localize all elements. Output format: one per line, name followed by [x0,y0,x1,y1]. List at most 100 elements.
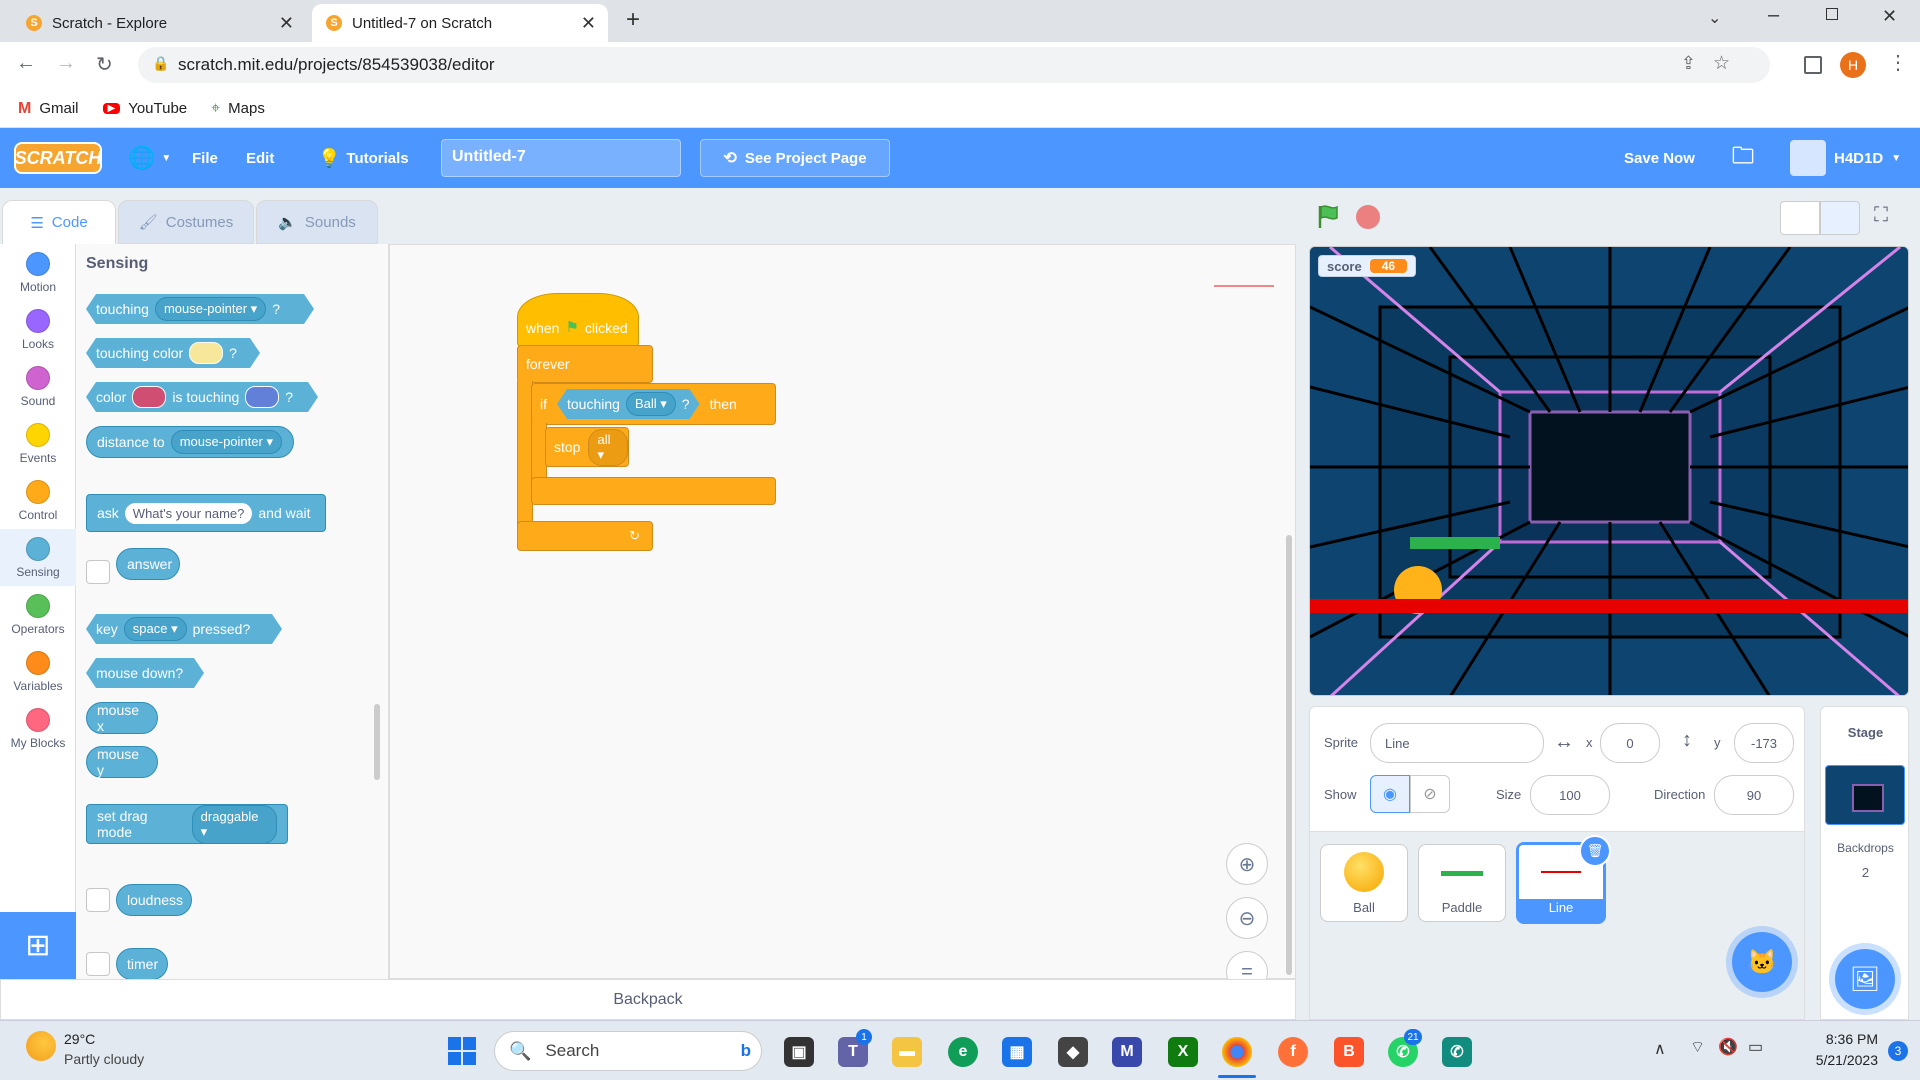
minimize-icon[interactable]: – [1768,4,1779,27]
scratch-logo[interactable]: SCRATCH [14,142,102,174]
app-icon[interactable]: M [1112,1037,1142,1067]
tab-sounds[interactable]: 🔈 Sounds [256,200,378,244]
score-monitor[interactable]: score 46 [1318,255,1417,277]
tab-code[interactable]: ☰ Code [2,200,116,244]
weather-desc[interactable]: Partly cloudy [64,1051,144,1067]
tray-chevron-up-icon[interactable]: ∧ [1654,1039,1666,1059]
browser-menu-icon[interactable]: ⋮ [1888,50,1908,75]
timer-checkbox[interactable] [86,952,110,976]
bookmark-maps[interactable]: ⌖ Maps [211,100,265,118]
direction-input[interactable]: 90 [1714,775,1794,815]
choose-sprite-cat-icon[interactable]: 🐱 [1732,932,1792,992]
category-events[interactable]: Events [0,415,76,472]
close-tab-icon[interactable]: ✕ [279,13,294,34]
zoom-out-icon[interactable]: ⊖ [1226,897,1268,939]
distance-to-block[interactable]: distance to mouse-pointer ▾ [86,426,294,458]
close-window-icon[interactable]: ✕ [1882,6,1897,27]
see-project-page-button[interactable]: ⟲ See Project Page [700,139,890,177]
stop-dropdown[interactable]: all ▾ [588,428,628,466]
timer-block[interactable]: timer [116,948,168,979]
large-stage-button[interactable] [1820,201,1860,235]
brave-icon[interactable]: B [1334,1037,1364,1067]
touching-block[interactable]: touching mouse-pointer ▾ ? [86,294,314,324]
hide-eye-slash-icon[interactable]: ⊘ [1410,775,1450,813]
size-input[interactable]: 100 [1530,775,1610,815]
sprite-tile-paddle[interactable]: Paddle [1418,844,1506,922]
category-sound[interactable]: Sound [0,358,76,415]
bookmark-star-icon[interactable]: ☆ [1713,52,1730,75]
category-sensing[interactable]: Sensing [0,529,76,586]
backpack[interactable]: Backpack [0,979,1296,1020]
choose-backdrop-icon[interactable]: 🖼 [1835,949,1895,1009]
forever-block[interactable]: forever [517,345,653,383]
category-operators[interactable]: Operators [0,586,76,643]
distance-dropdown[interactable]: mouse-pointer ▾ [170,430,282,454]
mouse-y-block[interactable]: mouse y [86,746,158,778]
bookmark-gmail[interactable]: M Gmail [18,100,79,118]
ask-and-wait-block[interactable]: ask What's your name? and wait [86,494,326,532]
touching-color-block[interactable]: touching color ? [86,338,260,368]
sprite-tile-ball[interactable]: Ball [1320,844,1408,922]
stage-canvas[interactable]: score 46 [1309,246,1909,696]
notification-badge[interactable]: 3 [1888,1041,1908,1061]
battery-icon[interactable]: ▭ [1748,1037,1763,1057]
loudness-checkbox[interactable] [86,888,110,912]
touching-dropdown[interactable]: mouse-pointer ▾ [155,297,266,321]
project-title-input[interactable]: Untitled-7 [441,139,681,177]
green-flag-icon[interactable] [1316,204,1340,230]
new-tab-icon[interactable]: + [626,6,640,34]
ask-input[interactable]: What's your name? [124,502,253,524]
tab-search-icon[interactable]: ⌄ [1708,8,1721,28]
whatsapp-desktop-icon[interactable]: ✆ [1442,1037,1472,1067]
script-scrollbar[interactable] [1286,535,1292,975]
address-bar[interactable]: 🔒 scratch.mit.edu/projects/854539038/edi… [138,47,1770,83]
taskbar-search[interactable]: 🔍 Search b [494,1031,762,1071]
small-stage-button[interactable] [1780,201,1820,235]
side-panel-icon[interactable] [1804,56,1822,74]
forward-icon[interactable]: → [56,52,76,75]
profile-avatar[interactable]: H [1840,52,1866,78]
category-motion[interactable]: Motion [0,244,76,301]
edge-icon[interactable]: e [948,1037,978,1067]
color-swatch[interactable] [245,386,279,408]
color-swatch[interactable] [189,342,223,364]
speaker-muted-icon[interactable]: 🔇 [1718,1037,1738,1057]
store-icon[interactable]: ▦ [1002,1037,1032,1067]
fullscreen-icon[interactable]: ⛶ [1874,204,1888,227]
category-looks[interactable]: Looks [0,301,76,358]
if-then-block[interactable]: if touching Ball ▾ ? then [531,383,776,425]
color-swatch[interactable] [132,386,166,408]
answer-block[interactable]: answer [116,548,180,580]
file-explorer-icon[interactable]: ▬ [892,1037,922,1067]
touching-ball-block[interactable]: touching Ball ▾ ? [557,389,700,419]
add-extension-button[interactable]: ⊞ [0,912,76,979]
stage-selector-pane[interactable]: Stage Backdrops 2 🖼 [1820,706,1909,1020]
delete-sprite-trash-icon[interactable]: 🗑 [1579,835,1611,867]
share-icon[interactable]: ⇪ [1681,53,1696,74]
chrome-icon[interactable] [1222,1037,1252,1067]
key-pressed-block[interactable]: key space ▾ pressed? [86,614,282,644]
stop-block[interactable]: stop all ▾ [545,427,629,467]
unity-icon[interactable]: ◆ [1058,1037,1088,1067]
close-tab-icon[interactable]: ✕ [581,13,596,34]
set-drag-mode-block[interactable]: set drag mode draggable ▾ [86,804,288,844]
answer-checkbox[interactable] [86,560,110,584]
when-flag-clicked-block[interactable]: when ⚑ clicked [517,293,639,347]
script-area[interactable]: when ⚑ clicked forever ↻ if touching Bal… [389,244,1296,993]
sprite-tile-line[interactable]: Line 🗑 [1516,835,1611,924]
key-dropdown[interactable]: space ▾ [124,617,187,641]
y-input[interactable]: -173 [1734,723,1794,763]
show-visible-eye-icon[interactable]: ◉ [1370,775,1410,813]
my-stuff-folder-icon[interactable]: 🗀 [1732,128,1754,188]
firefox-icon[interactable]: f [1278,1037,1308,1067]
clock-date[interactable]: 5/21/2023 [1782,1052,1878,1068]
browser-tab-active[interactable]: S Untitled-7 on Scratch ✕ [312,4,608,42]
task-view-icon[interactable]: ▣ [784,1037,814,1067]
category-my-blocks[interactable]: My Blocks [0,700,76,757]
clock-time[interactable]: 8:36 PM [1782,1031,1878,1047]
back-icon[interactable]: ← [16,52,36,75]
mouse-down-block[interactable]: mouse down? [86,658,204,688]
tab-costumes[interactable]: 🖌 Costumes [118,200,254,244]
mouse-x-block[interactable]: mouse x [86,702,158,734]
weather-temp[interactable]: 29°C [64,1031,95,1047]
